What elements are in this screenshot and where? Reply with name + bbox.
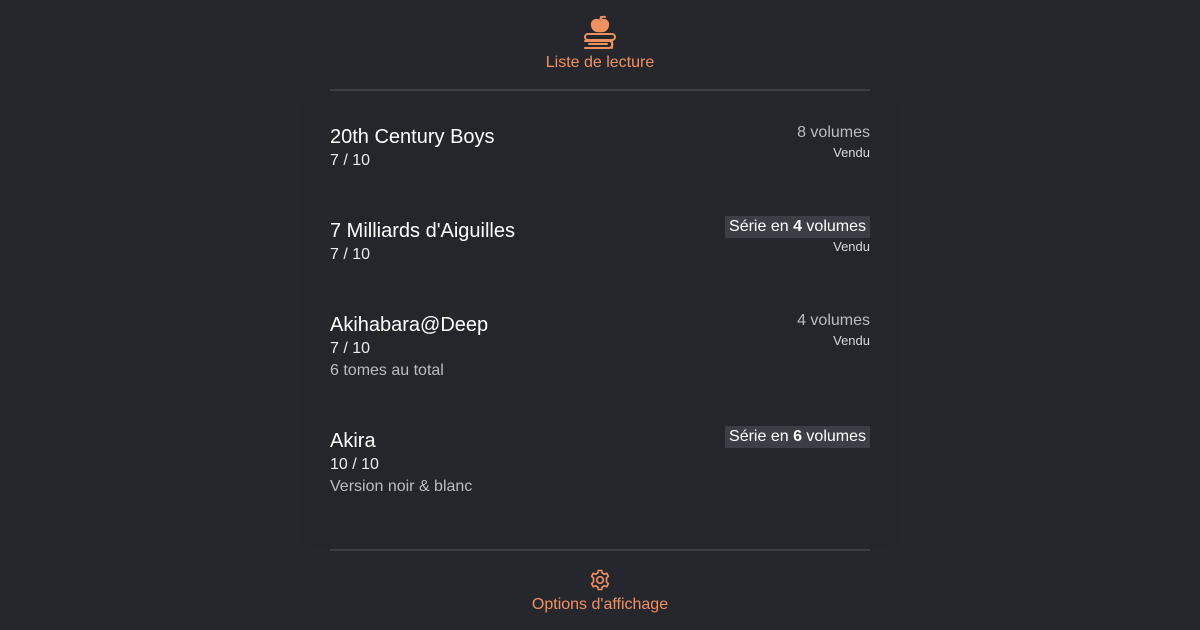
item-rating: 7 / 10 — [330, 152, 371, 169]
item-volumes: 4 volumes — [797, 312, 870, 329]
gear-icon — [590, 569, 610, 591]
item-rating: 10 / 10 — [330, 456, 379, 473]
item-status: Vendu — [833, 145, 870, 160]
series-prefix: Série en — [729, 428, 789, 445]
series-suffix: volumes — [806, 218, 866, 235]
header[interactable]: Liste de lecture — [0, 14, 1200, 72]
item-title: Akihabara@Deep — [330, 314, 489, 336]
series-badge: Série en 4 volumes — [725, 216, 870, 238]
series-count: 4 — [793, 218, 802, 235]
item-status: Vendu — [833, 239, 870, 254]
item-note: 6 tomes au total — [330, 362, 444, 379]
header-title: Liste de lecture — [545, 54, 655, 71]
item-rating: 7 / 10 — [330, 340, 371, 357]
series-badge: Série en 6 volumes — [725, 426, 870, 448]
display-options-button[interactable]: Options d'affichage — [0, 568, 1200, 614]
series-suffix: volumes — [806, 428, 866, 445]
item-note: Version noir & blanc — [330, 478, 473, 495]
books-apple-icon — [584, 15, 616, 49]
item-status: Vendu — [833, 333, 870, 348]
display-options-label: Options d'affichage — [531, 596, 669, 613]
series-count: 6 — [793, 428, 802, 445]
reading-list-page: Liste de lecture 20th Century Boys 7 / 1… — [0, 0, 1200, 630]
item-title: 20th Century Boys — [330, 126, 495, 148]
item-volumes: 8 volumes — [797, 124, 870, 141]
series-prefix: Série en — [729, 218, 789, 235]
bottom-divider — [330, 549, 870, 551]
item-title: Akira — [330, 430, 376, 452]
reading-list: 20th Century Boys 7 / 10 8 volumes Vendu… — [300, 95, 900, 547]
item-title: 7 Milliards d'Aiguilles — [330, 220, 515, 242]
top-divider — [330, 89, 870, 91]
item-rating: 7 / 10 — [330, 246, 371, 263]
